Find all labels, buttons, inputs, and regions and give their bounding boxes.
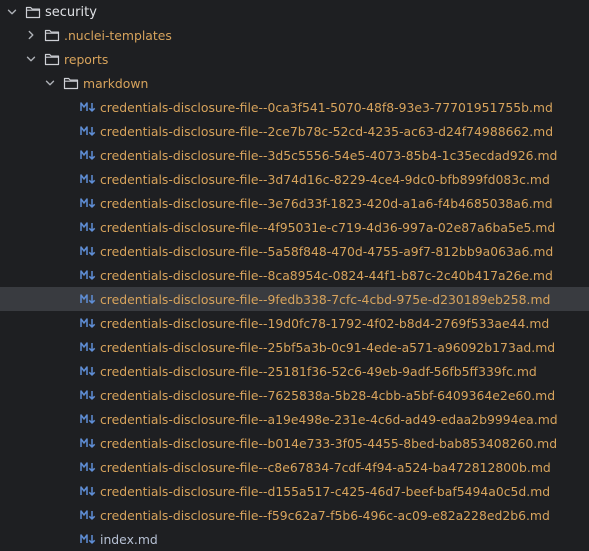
folder-label: reports <box>64 51 109 67</box>
folder-label: markdown <box>83 75 149 91</box>
folder-label: security <box>45 4 97 20</box>
folder-label: .nuclei-templates <box>64 27 172 43</box>
tree-file-index[interactable]: index.md <box>0 527 589 551</box>
markdown-icon <box>80 268 97 282</box>
file-label: credentials-disclosure-file--25181f36-52… <box>100 363 537 379</box>
file-label: credentials-disclosure-file--0ca3f541-50… <box>100 99 553 115</box>
file-label: credentials-disclosure-file--3e76d33f-18… <box>100 195 553 211</box>
file-label: credentials-disclosure-file--b014e733-3f… <box>100 435 558 451</box>
markdown-icon <box>80 508 97 522</box>
file-label: credentials-disclosure-file--3d74d16c-82… <box>100 171 550 187</box>
tree-file[interactable]: credentials-disclosure-file--25181f36-52… <box>0 359 589 383</box>
file-label: credentials-disclosure-file--7625838a-5b… <box>100 387 556 403</box>
file-label: credentials-disclosure-file--3d5c5556-54… <box>100 147 558 163</box>
tree-folder-reports[interactable]: reports <box>0 47 589 71</box>
markdown-icon <box>80 388 97 402</box>
markdown-icon <box>80 196 97 210</box>
markdown-icon <box>80 148 97 162</box>
tree-file[interactable]: credentials-disclosure-file--4f95031e-c7… <box>0 215 589 239</box>
file-label: credentials-disclosure-file--2ce7b78c-52… <box>100 123 554 139</box>
markdown-icon <box>80 412 97 426</box>
tree-file[interactable]: credentials-disclosure-file--2ce7b78c-52… <box>0 119 589 143</box>
tree-file[interactable]: credentials-disclosure-file--f59c62a7-f5… <box>0 503 589 527</box>
tree-file[interactable]: credentials-disclosure-file--19d0fc78-17… <box>0 311 589 335</box>
tree-folder-nuclei-templates[interactable]: .nuclei-templates <box>0 23 589 47</box>
markdown-icon <box>80 292 97 306</box>
folder-icon <box>44 52 60 66</box>
chevron-down-icon[interactable] <box>6 6 18 18</box>
tree-file[interactable]: credentials-disclosure-file--3d74d16c-82… <box>0 167 589 191</box>
tree-file[interactable]: credentials-disclosure-file--c8e67834-7c… <box>0 455 589 479</box>
folder-icon <box>25 5 41 19</box>
markdown-icon <box>80 172 97 186</box>
tree-file[interactable]: credentials-disclosure-file--25bf5a3b-0c… <box>0 335 589 359</box>
markdown-icon <box>80 244 97 258</box>
file-label: credentials-disclosure-file--4f95031e-c7… <box>100 219 556 235</box>
markdown-icon <box>80 316 97 330</box>
chevron-down-icon[interactable] <box>25 53 37 65</box>
file-label: credentials-disclosure-file--25bf5a3b-0c… <box>100 339 556 355</box>
tree-folder-security[interactable]: security <box>0 0 589 24</box>
tree-file[interactable]: credentials-disclosure-file--7625838a-5b… <box>0 383 589 407</box>
tree-file[interactable]: credentials-disclosure-file--a19e498e-23… <box>0 407 589 431</box>
chevron-right-icon[interactable] <box>25 29 37 41</box>
file-label: credentials-disclosure-file--f59c62a7-f5… <box>100 507 550 523</box>
tree-file[interactable]: credentials-disclosure-file--3e76d33f-18… <box>0 191 589 215</box>
tree-folder-markdown[interactable]: markdown <box>0 71 589 95</box>
chevron-down-icon[interactable] <box>44 77 56 89</box>
file-label: credentials-disclosure-file--8ca8954c-08… <box>100 267 553 283</box>
markdown-icon <box>80 100 97 114</box>
file-label: credentials-disclosure-file--5a58f848-47… <box>100 243 554 259</box>
markdown-icon <box>80 484 97 498</box>
tree-file[interactable]: credentials-disclosure-file--d155a517-c4… <box>0 479 589 503</box>
markdown-icon <box>80 532 97 546</box>
file-label: credentials-disclosure-file--9fedb338-7c… <box>100 291 551 307</box>
folder-icon <box>44 28 60 42</box>
tree-file-selected[interactable]: credentials-disclosure-file--9fedb338-7c… <box>0 287 589 311</box>
project-file-tree: security .nuclei-templates reports markd… <box>0 0 589 551</box>
markdown-icon <box>80 340 97 354</box>
file-label: index.md <box>100 531 158 547</box>
markdown-icon <box>80 220 97 234</box>
file-label: credentials-disclosure-file--c8e67834-7c… <box>100 459 551 475</box>
folder-icon <box>63 76 79 90</box>
markdown-icon <box>80 124 97 138</box>
tree-file[interactable]: credentials-disclosure-file--b014e733-3f… <box>0 431 589 455</box>
tree-file[interactable]: credentials-disclosure-file--5a58f848-47… <box>0 239 589 263</box>
file-label: credentials-disclosure-file--a19e498e-23… <box>100 411 558 427</box>
file-label: credentials-disclosure-file--19d0fc78-17… <box>100 315 550 331</box>
file-label: credentials-disclosure-file--d155a517-c4… <box>100 483 551 499</box>
markdown-icon <box>80 364 97 378</box>
markdown-icon <box>80 460 97 474</box>
tree-file[interactable]: credentials-disclosure-file--3d5c5556-54… <box>0 143 589 167</box>
tree-file[interactable]: credentials-disclosure-file--8ca8954c-08… <box>0 263 589 287</box>
markdown-icon <box>80 436 97 450</box>
tree-file[interactable]: credentials-disclosure-file--0ca3f541-50… <box>0 95 589 119</box>
